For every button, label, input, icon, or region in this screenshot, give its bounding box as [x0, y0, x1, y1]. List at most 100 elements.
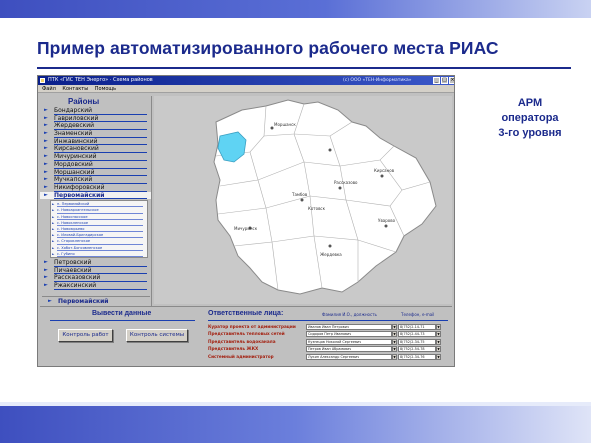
- arrow-right-icon: ►: [44, 266, 48, 273]
- output-title: Вывести данные: [92, 310, 152, 317]
- output-rule: [50, 320, 195, 321]
- chevron-down-icon[interactable]: ▼: [392, 353, 397, 360]
- slide-title: Пример автоматизированного рабочего мест…: [37, 38, 499, 58]
- arrow-right-icon: ►: [48, 298, 52, 304]
- person-select[interactable]: Петров Иван Абрамович: [306, 346, 392, 353]
- person-select[interactable]: Сидоров Петр Иванович: [306, 331, 392, 338]
- menu-help[interactable]: Помощь: [95, 86, 116, 92]
- arrow-right-icon: ►: [44, 176, 48, 183]
- district-item[interactable]: ► Моршанский: [40, 169, 151, 177]
- person-select[interactable]: Иванов Иван Петрович: [306, 324, 392, 330]
- districts-heading: Районы: [68, 97, 100, 106]
- region-map[interactable]: Моршанск Мичуринск Тамбов Котовск Расска…: [154, 96, 452, 304]
- arrow-right-icon: ►: [44, 183, 48, 190]
- phone-select[interactable]: 8(752)2-34-75: [398, 338, 436, 345]
- chevron-down-icon[interactable]: ▼: [436, 331, 441, 338]
- phone-select[interactable]: 8(752)2-44-73: [398, 331, 436, 338]
- control-system-button[interactable]: Контроль системы: [126, 329, 188, 342]
- window-title: ПТК «ГИС ТЕН Энерго» · Схема районов: [48, 77, 153, 83]
- menu-contacts[interactable]: Контакты: [62, 86, 88, 92]
- chevron-down-icon[interactable]: ▼: [392, 346, 397, 353]
- city-marker: [384, 224, 388, 228]
- chevron-down-icon[interactable]: ▼: [392, 324, 397, 330]
- district-item[interactable]: ► Гавриловский: [40, 115, 151, 123]
- app-icon: [40, 78, 45, 83]
- person-select[interactable]: Лукин Александр Сергеевич: [306, 353, 392, 360]
- role-label: Куратор проекта от администрации: [208, 324, 296, 329]
- district-item[interactable]: ► Бондарский: [40, 107, 151, 115]
- phone-select[interactable]: 8(752)2-54-78: [398, 346, 436, 353]
- map-label: Тамбов: [291, 192, 308, 197]
- city-marker: [380, 174, 384, 178]
- chevron-down-icon[interactable]: ▼: [392, 331, 397, 338]
- current-district[interactable]: ► Первомайский: [42, 296, 150, 305]
- city-marker: [338, 186, 342, 190]
- district-item[interactable]: ► Пичаевский: [40, 267, 151, 275]
- map-label: Жердевка: [320, 252, 342, 257]
- control-work-button[interactable]: Контроль работ: [58, 329, 113, 342]
- table-row: Представитель водоканала Кузнецов Николай…: [208, 338, 450, 345]
- arrow-right-icon: ►: [44, 274, 48, 281]
- responsible-rule: [208, 320, 448, 321]
- map-view[interactable]: Моршанск Мичуринск Тамбов Котовск Расска…: [154, 96, 452, 304]
- district-underline: [54, 288, 147, 290]
- arrow-right-icon: ►: [44, 107, 48, 113]
- arrow-right-icon: ►: [44, 130, 48, 137]
- maximize-icon[interactable]: □: [441, 77, 448, 84]
- arrow-right-icon: ►: [44, 191, 48, 198]
- settlement-underline: [57, 255, 143, 257]
- map-label: Моршанск: [274, 122, 296, 127]
- bottom-decorative-band: [0, 402, 591, 443]
- column-header-phone: Телефон, e-mail: [401, 312, 435, 317]
- district-item[interactable]: ► Мучкапский: [40, 176, 151, 184]
- menu-file[interactable]: Файл: [42, 86, 56, 92]
- side-note: АРМ оператора 3-го уровня: [492, 96, 568, 141]
- phone-select[interactable]: 8(752)2-34-76: [398, 353, 436, 360]
- table-row: Куратор проекта от администрации Иванов И…: [208, 324, 450, 330]
- slide: Пример автоматизированного рабочего мест…: [0, 0, 591, 443]
- district-item[interactable]: ► Мичуринский: [40, 153, 151, 161]
- city-marker: [328, 148, 332, 152]
- role-label: Системный администратор: [208, 353, 274, 359]
- arrow-right-icon: ►: [44, 258, 48, 265]
- map-label: Мичуринск: [234, 226, 258, 231]
- district-item[interactable]: ► Первомайский: [40, 191, 151, 200]
- district-item[interactable]: ► Ржаксинский: [40, 282, 151, 290]
- title-underline: [37, 67, 571, 69]
- district-item[interactable]: ► Кирсановский: [40, 145, 151, 154]
- settlement-item[interactable]: ► с. Губино: [51, 251, 147, 257]
- column-header-fio: Фамилия И.О., должность: [322, 312, 377, 317]
- district-item[interactable]: ► Жердевский: [40, 122, 151, 131]
- table-row: Представитель тепловых сетей Сидоров Петр…: [208, 331, 450, 338]
- chevron-down-icon[interactable]: ▼: [392, 338, 397, 345]
- chevron-down-icon[interactable]: ▼: [436, 324, 441, 330]
- responsible-title: Ответственные лица:: [208, 310, 284, 317]
- map-label: Котовск: [308, 206, 326, 211]
- district-item[interactable]: ► Мордовский: [40, 161, 151, 169]
- district-item[interactable]: ► Знаменский: [40, 130, 151, 138]
- role-label: Представитель водоканала: [208, 338, 276, 344]
- map-label: Уварово: [378, 218, 396, 223]
- lower-panel: Вывести данные Контроль работ Контроль с…: [40, 306, 452, 364]
- district-item[interactable]: ► Петровский: [40, 259, 151, 267]
- minimize-icon[interactable]: _: [433, 77, 440, 84]
- district-item[interactable]: ► Инжавинский: [40, 138, 151, 146]
- phone-select[interactable]: 8(752)2-14-71: [398, 324, 436, 330]
- map-label: Рассказово: [334, 180, 358, 185]
- close-icon[interactable]: ×: [449, 77, 454, 84]
- app-window: ПТК «ГИС ТЕН Энерго» · Схема районов (c)…: [37, 75, 455, 367]
- arrow-right-icon: ►: [44, 282, 48, 288]
- chevron-down-icon[interactable]: ▼: [436, 353, 441, 360]
- district-item[interactable]: ► Никифоровский: [40, 184, 151, 192]
- district-underline: [54, 198, 147, 200]
- district-item[interactable]: ► Рассказовский: [40, 274, 151, 282]
- side-note-line-3: 3-го уровня: [498, 127, 562, 139]
- districts-panel: Районы ► Бондарский ► Гавриловский ► Жердевск…: [40, 96, 152, 306]
- arrow-right-icon: ►: [44, 122, 48, 129]
- chevron-down-icon[interactable]: ▼: [436, 338, 441, 345]
- settlement-list: ► п. Первомайский ► с. Новоархангельское ► с.…: [50, 200, 148, 258]
- chevron-down-icon[interactable]: ▼: [436, 346, 441, 353]
- side-note-line-1: АРМ: [517, 97, 543, 109]
- city-marker: [300, 198, 304, 202]
- person-select[interactable]: Кузнецов Николай Сергеевич: [306, 338, 392, 345]
